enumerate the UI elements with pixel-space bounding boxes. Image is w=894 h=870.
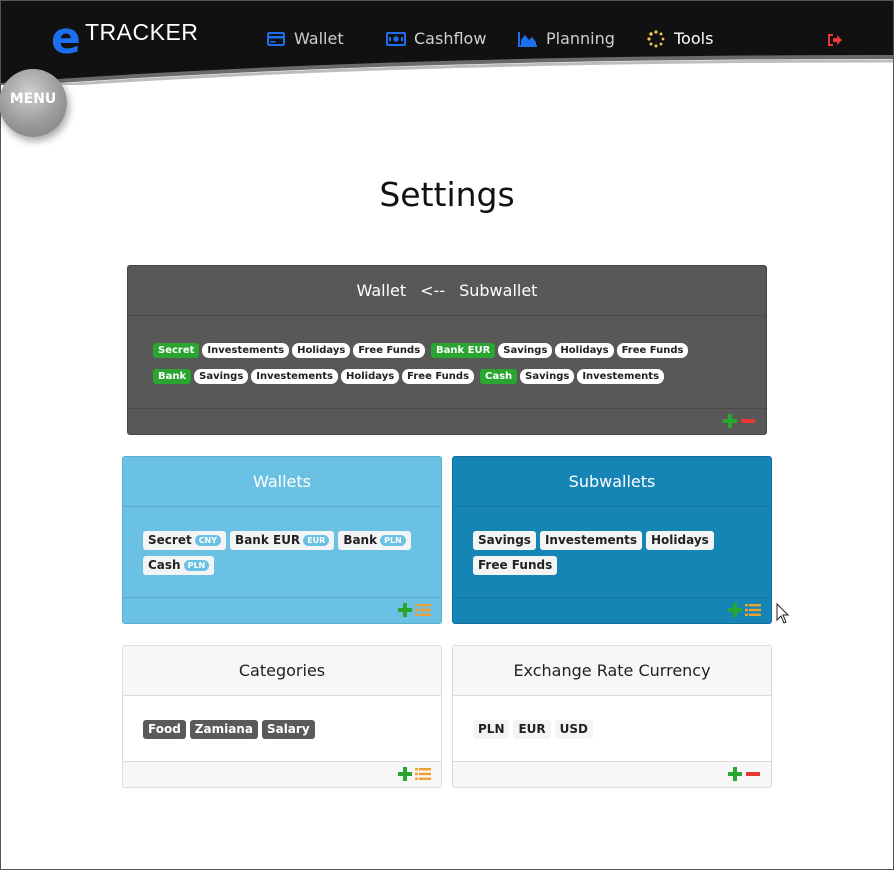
add-mapping-plus-icon[interactable] (722, 413, 738, 429)
subwallet-tag[interactable]: Free Funds (473, 556, 558, 575)
subwallets-header: Subwallets (453, 457, 771, 507)
remove-currency-minus-icon[interactable] (745, 766, 761, 782)
mapping-subwallet-tag[interactable]: Holidays (555, 343, 614, 358)
currency-badge: CNY (194, 535, 222, 546)
mapping-wallet-tag[interactable]: Cash (480, 369, 518, 384)
area-chart-icon (518, 30, 538, 48)
remove-mapping-minus-icon[interactable] (740, 413, 756, 429)
add-subwallet-plus-icon[interactable] (727, 602, 743, 618)
brand-tracker: TRACKER (85, 19, 199, 45)
menu-label: MENU (9, 91, 57, 107)
mapping-wallet-tag[interactable]: Secret (153, 343, 200, 358)
nav-item-planning[interactable]: Planning (518, 29, 615, 48)
currency-badge: EUR (303, 535, 330, 546)
currency-tag[interactable]: USD (554, 720, 594, 739)
subwallets-footer (453, 597, 771, 623)
mapping-group-bank: Bank Savings Investements Holidays Free … (153, 369, 475, 384)
mapping-subwallet-tag[interactable]: Investements (577, 369, 665, 384)
wallet-tag[interactable]: Bank EUR EUR (230, 531, 335, 550)
credit-card-icon (266, 30, 286, 48)
nav-item-tools[interactable]: Tools (646, 29, 713, 48)
categories-header: Categories (123, 646, 441, 696)
categories-card: Categories Food Zamiana Salary (122, 645, 442, 788)
mapping-subwallet-tag[interactable]: Holidays (292, 343, 351, 358)
money-bill-icon (386, 30, 406, 48)
wallet-name: Secret (148, 533, 192, 547)
header-arrow: <-- (420, 281, 446, 300)
wallet-name: Bank (343, 533, 378, 547)
mapping-subwallet-tag[interactable]: Holidays (341, 369, 400, 384)
brand-e: e (51, 13, 81, 64)
wallet-name: Bank EUR (235, 533, 301, 547)
currency-tag[interactable]: EUR (513, 720, 551, 739)
category-tag[interactable]: Zamiana (189, 720, 258, 739)
mapping-wallet-tag[interactable]: Bank EUR (431, 343, 496, 358)
mapping-subwallet-tag[interactable]: Free Funds (616, 343, 689, 358)
mapping-group-cash: Cash Savings Investements (480, 369, 665, 384)
subwallet-tag[interactable]: Investements (539, 531, 643, 550)
wallet-name: Cash (148, 558, 181, 572)
categories-footer (123, 761, 441, 787)
subwallet-tag[interactable]: Holidays (646, 531, 714, 550)
exchange-currency-header: Exchange Rate Currency (453, 646, 771, 696)
top-navbar: e TRACKER Wallet Cashflow Planning Tools (1, 1, 893, 85)
category-tag[interactable]: Food (143, 720, 186, 739)
wallet-subwallet-card: Wallet <-- Subwallet Secret Investements… (127, 265, 767, 435)
subwallets-card: Subwallets Savings Investements Holidays… (452, 456, 772, 624)
mapping-subwallet-tag[interactable]: Savings (520, 369, 575, 384)
currency-list: PLN EUR USD (473, 720, 753, 739)
mapping-wallet-tag[interactable]: Bank (153, 369, 192, 384)
nav-label-wallet: Wallet (294, 29, 344, 48)
list-subwallets-icon[interactable] (745, 602, 761, 618)
mapping-subwallet-tag[interactable]: Savings (194, 369, 249, 384)
nav-item-cashflow[interactable]: Cashflow (386, 29, 486, 48)
wallets-list: Secret CNY Bank EUR EUR Bank PLN Cash PL… (143, 531, 423, 575)
wallet-subwallet-header: Wallet <-- Subwallet (128, 266, 766, 316)
wallet-subwallet-footer (128, 408, 766, 434)
mapping-group-bank-eur: Bank EUR Savings Holidays Free Funds (431, 343, 689, 358)
subwallets-list: Savings Investements Holidays Free Funds (473, 531, 753, 575)
nav-label-planning: Planning (546, 29, 615, 48)
wallet-tag[interactable]: Bank PLN (338, 531, 411, 550)
currency-badge: PLN (380, 535, 406, 546)
spinner-icon (646, 29, 666, 48)
mapping-subwallet-tag[interactable]: Investements (202, 343, 290, 358)
sign-out-icon[interactable] (827, 32, 843, 48)
wallets-footer (123, 597, 441, 623)
currency-tag[interactable]: PLN (473, 720, 510, 739)
wallets-card: Wallets Secret CNY Bank EUR EUR Bank PLN… (122, 456, 442, 624)
wallet-tag[interactable]: Secret CNY (143, 531, 227, 550)
add-wallet-plus-icon[interactable] (397, 602, 413, 618)
mapping-subwallet-tag[interactable]: Investements (251, 369, 338, 384)
category-tag[interactable]: Salary (261, 720, 315, 739)
add-currency-plus-icon[interactable] (727, 766, 743, 782)
nav-label-cashflow: Cashflow (414, 29, 487, 48)
mapping-subwallet-tag[interactable]: Savings (498, 343, 553, 358)
add-category-plus-icon[interactable] (397, 766, 413, 782)
header-subwallet-label: Subwallet (459, 281, 538, 300)
mouse-pointer-icon (776, 603, 790, 624)
header-wallet-label: Wallet (356, 281, 407, 300)
wallet-tag[interactable]: Cash PLN (143, 556, 215, 575)
exchange-currency-footer (453, 761, 771, 787)
mapping-subwallet-tag[interactable]: Free Funds (402, 369, 475, 384)
exchange-currency-card: Exchange Rate Currency PLN EUR USD (452, 645, 772, 788)
mapping-subwallet-tag[interactable]: Free Funds (353, 343, 426, 358)
wallets-header: Wallets (123, 457, 441, 507)
nav-label-tools: Tools (674, 29, 714, 48)
list-wallets-icon[interactable] (415, 602, 431, 618)
mapping-group-secret: Secret Investements Holidays Free Funds (153, 343, 426, 358)
nav-item-wallet[interactable]: Wallet (266, 29, 344, 48)
subwallet-tag[interactable]: Savings (473, 531, 536, 550)
currency-badge: PLN (183, 560, 210, 571)
menu-button[interactable]: MENU (0, 69, 67, 137)
list-categories-icon[interactable] (415, 766, 431, 782)
page-title: Settings (379, 175, 515, 214)
categories-list: Food Zamiana Salary (143, 720, 423, 739)
